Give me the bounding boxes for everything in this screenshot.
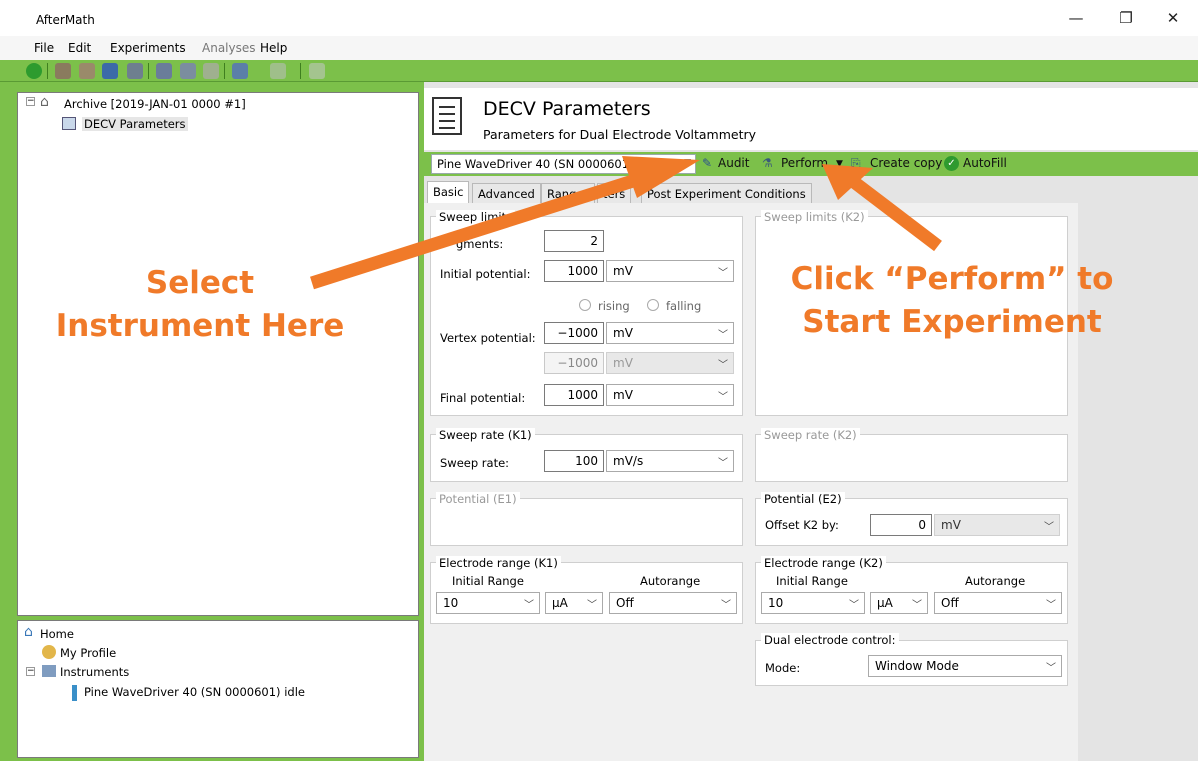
annotation-right-line1: Click “Perform” to bbox=[790, 261, 1114, 297]
left-arrowhead-icon bbox=[622, 156, 700, 198]
annotation-left-line2: Instrument Here bbox=[55, 308, 345, 344]
annotation-left-line1: Select bbox=[145, 265, 255, 301]
right-arrow-shaft bbox=[846, 173, 942, 252]
annotation-right-line2: Start Experiment bbox=[802, 304, 1102, 340]
annotation-perform: Click “Perform” to Start Experiment bbox=[772, 258, 1132, 344]
annotation-arrows bbox=[310, 156, 942, 290]
annotation-select-instrument: Select Instrument Here bbox=[40, 262, 360, 348]
left-arrow-shaft bbox=[310, 173, 638, 290]
